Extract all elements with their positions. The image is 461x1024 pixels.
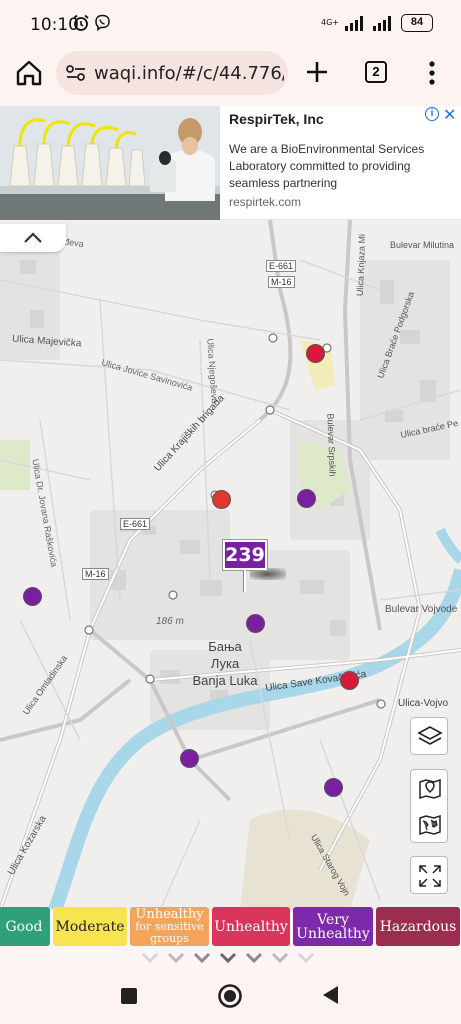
map-pin-icon[interactable] [417,776,443,802]
road-sign: M-16 [268,276,295,288]
street-label: Bulevar Vojvode [385,604,458,615]
ad-title[interactable]: RespirTek, Inc [229,111,324,127]
layers-icon [417,726,443,745]
ad-description[interactable]: We are a BioEnvironmental Services Labor… [229,141,429,192]
layers-button[interactable] [410,717,448,755]
aqi-legend: Good Moderate Unhealthy for sensitive gr… [0,907,461,947]
city-name-cyrillic-2: Лука [210,656,240,671]
ad-banner[interactable]: RespirTek, Inc i ✕ We are a BioEnvironme… [0,106,461,220]
city-name-latin: Banja Luka [192,673,258,688]
selected-aqi-marker[interactable]: 239 [222,539,268,571]
browser-toolbar: waqi.info/#/c/44.776/ 2 [0,48,461,104]
battery-icon: 84 [401,14,433,32]
street-label: Bulevar Milutina [390,240,455,250]
chevron-down-icon [141,952,314,964]
status-bar: 10:10 4G+ 84 [0,0,461,48]
world-map-icon[interactable] [417,812,443,838]
recents-icon[interactable] [119,986,139,1006]
network-type: 4G+ [321,18,339,27]
station-marker[interactable] [306,344,325,363]
plus-icon [307,62,327,82]
site-settings-icon[interactable] [65,64,87,82]
more-menu-icon[interactable] [425,60,439,86]
signal-icon-2 [373,16,391,31]
home-icon[interactable] [14,58,44,88]
signal-icon [345,16,363,31]
map-style-buttons[interactable] [410,769,448,843]
legend-good[interactable]: Good [0,907,50,946]
new-tab-button[interactable] [304,56,330,86]
road-sign: M-16 [82,568,109,580]
chevron-up-icon [24,232,42,243]
home-nav-icon[interactable] [217,983,243,1009]
legend-unhealthy[interactable]: Unhealthy [212,907,290,946]
scroll-indicator[interactable] [0,951,461,969]
ad-domain[interactable]: respirtek.com [229,195,301,209]
city-name-cyrillic-1: Бања [208,639,242,654]
station-marker[interactable] [246,614,265,633]
station-marker[interactable] [212,490,231,509]
legend-hazardous[interactable]: Hazardous [376,907,460,946]
legend-moderate[interactable]: Moderate [53,907,127,946]
ad-close-icon[interactable]: ✕ [443,105,456,125]
tab-switcher-button[interactable]: 2 [365,61,387,83]
ad-info-icon[interactable]: i [425,107,439,121]
alarm-icon [73,14,89,31]
fullscreen-button[interactable] [410,856,448,894]
system-nav-bar [0,968,461,1024]
legend-unhealthy-sensitive[interactable]: Unhealthy for sensitive groups [130,907,209,946]
collapse-ad-button[interactable] [0,224,66,252]
city-label: Бања Лука Banja Luka [180,638,270,689]
station-marker[interactable] [180,749,199,768]
marker-stem [243,570,246,592]
legend-very-unhealthy[interactable]: Very Unhealthy [293,907,373,946]
back-icon[interactable] [320,984,340,1006]
station-marker[interactable] [324,778,343,797]
road-sign: E-661 [120,518,151,530]
station-marker[interactable] [340,671,359,690]
url-text[interactable]: waqi.info/#/c/44.776/ [94,63,284,84]
road-sign: E-661 [266,260,297,272]
scale-label: 186 m [156,616,184,627]
viber-icon [95,14,110,32]
station-marker[interactable] [297,489,316,508]
ad-lab-photo[interactable] [0,106,220,220]
station-marker[interactable] [23,587,42,606]
fullscreen-icon [419,865,441,887]
address-bar[interactable]: waqi.info/#/c/44.776/ [56,51,288,95]
street-label: Ulica-Vojvo [398,698,449,709]
